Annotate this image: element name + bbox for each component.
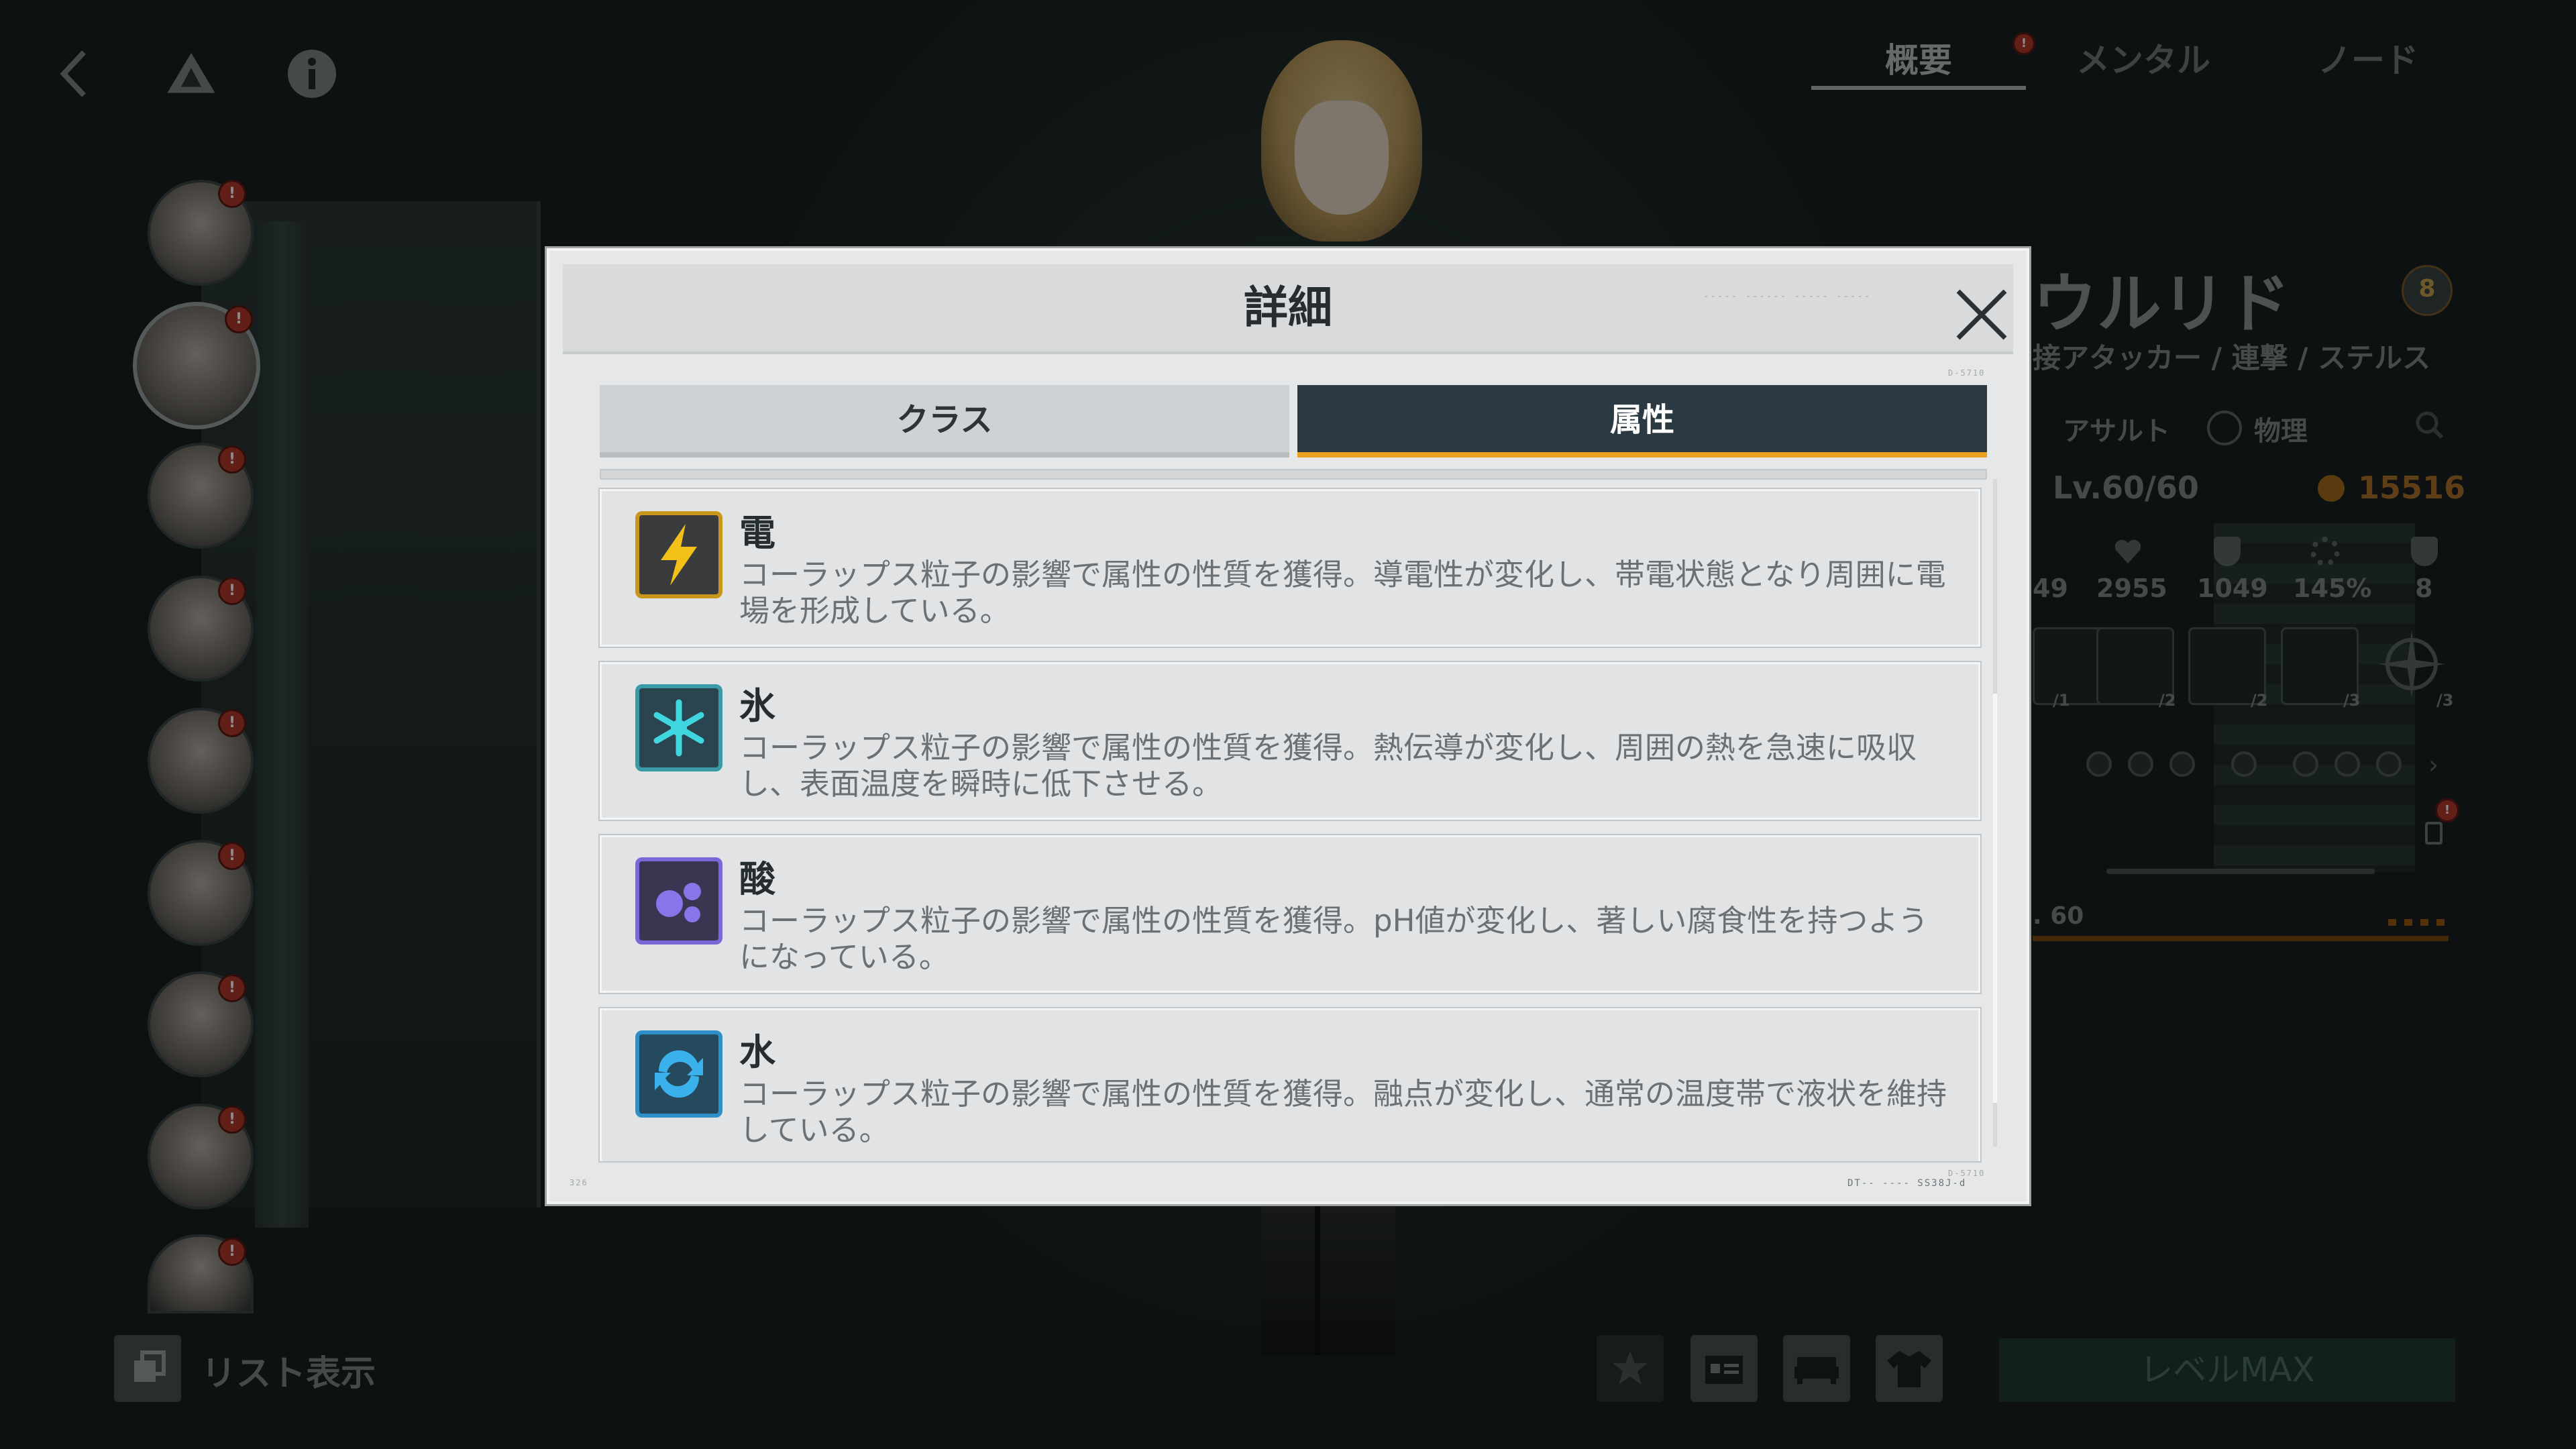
attribute-name: 酸 <box>739 858 775 900</box>
attribute-name: 氷 <box>739 685 775 727</box>
attribute-description: コーラップス粒子の影響で属性の性質を獲得。熱伝導が変化し、周囲の熱を急速に吸収し… <box>739 730 1917 802</box>
modal-header: 詳細 ----- ------ ----- ----- <box>563 264 2013 354</box>
close-icon <box>1956 289 2007 340</box>
attribute-description: コーラップス粒子の影響で属性の性質を獲得。融点が変化し、通常の温度帯で液状を維持… <box>739 1076 1947 1148</box>
attribute-item-ice: 氷 コーラップス粒子の影響で属性の性質を獲得。熱伝導が変化し、周囲の熱を急速に吸… <box>600 662 1980 820</box>
lightning-icon <box>635 511 722 598</box>
decorative-code: D-5710 <box>1948 368 1986 378</box>
water-swirl-icon <box>635 1030 722 1118</box>
modal-title: 詳細 <box>1244 282 1332 333</box>
tab-attribute[interactable]: 属性 <box>1297 385 1987 458</box>
detail-modal: 詳細 ----- ------ ----- ----- D-5710 クラス 属… <box>547 248 2029 1204</box>
attribute-description: コーラップス粒子の影響で属性の性質を獲得。導電性が変化し、帯電状態となり周囲に電… <box>739 557 1946 629</box>
attribute-item-electric: 電 コーラップス粒子の影響で属性の性質を獲得。導電性が変化し、帯電状態となり周囲… <box>600 489 1980 647</box>
attribute-item-acid: 酸 コーラップス粒子の影響で属性の性質を獲得。pH値が変化し、著しい腐食性を持つ… <box>600 835 1980 993</box>
list-top-edge <box>600 469 1987 480</box>
decorative-code: D-5710 <box>1948 1169 1986 1178</box>
snowflake-icon <box>635 684 722 771</box>
decorative-text: ----- ------ ----- ----- <box>1703 291 1872 302</box>
decorative-text: DT-- ---- SS38J-d <box>1847 1178 1967 1189</box>
tab-class[interactable]: クラス <box>600 385 1289 458</box>
attribute-item-water: 水 コーラップス粒子の影響で属性の性質を獲得。融点が変化し、通常の温度帯で液状を… <box>600 1008 1980 1161</box>
attribute-name: 水 <box>739 1031 775 1073</box>
scrollbar-thumb[interactable] <box>1993 694 1997 1103</box>
attribute-description: コーラップス粒子の影響で属性の性質を獲得。pH値が変化し、著しい腐食性を持つよう… <box>739 903 1929 975</box>
acid-bubbles-icon <box>635 857 722 945</box>
close-button[interactable] <box>1951 284 2012 345</box>
attribute-name: 電 <box>739 512 775 554</box>
decorative-text: 326 <box>570 1178 588 1187</box>
